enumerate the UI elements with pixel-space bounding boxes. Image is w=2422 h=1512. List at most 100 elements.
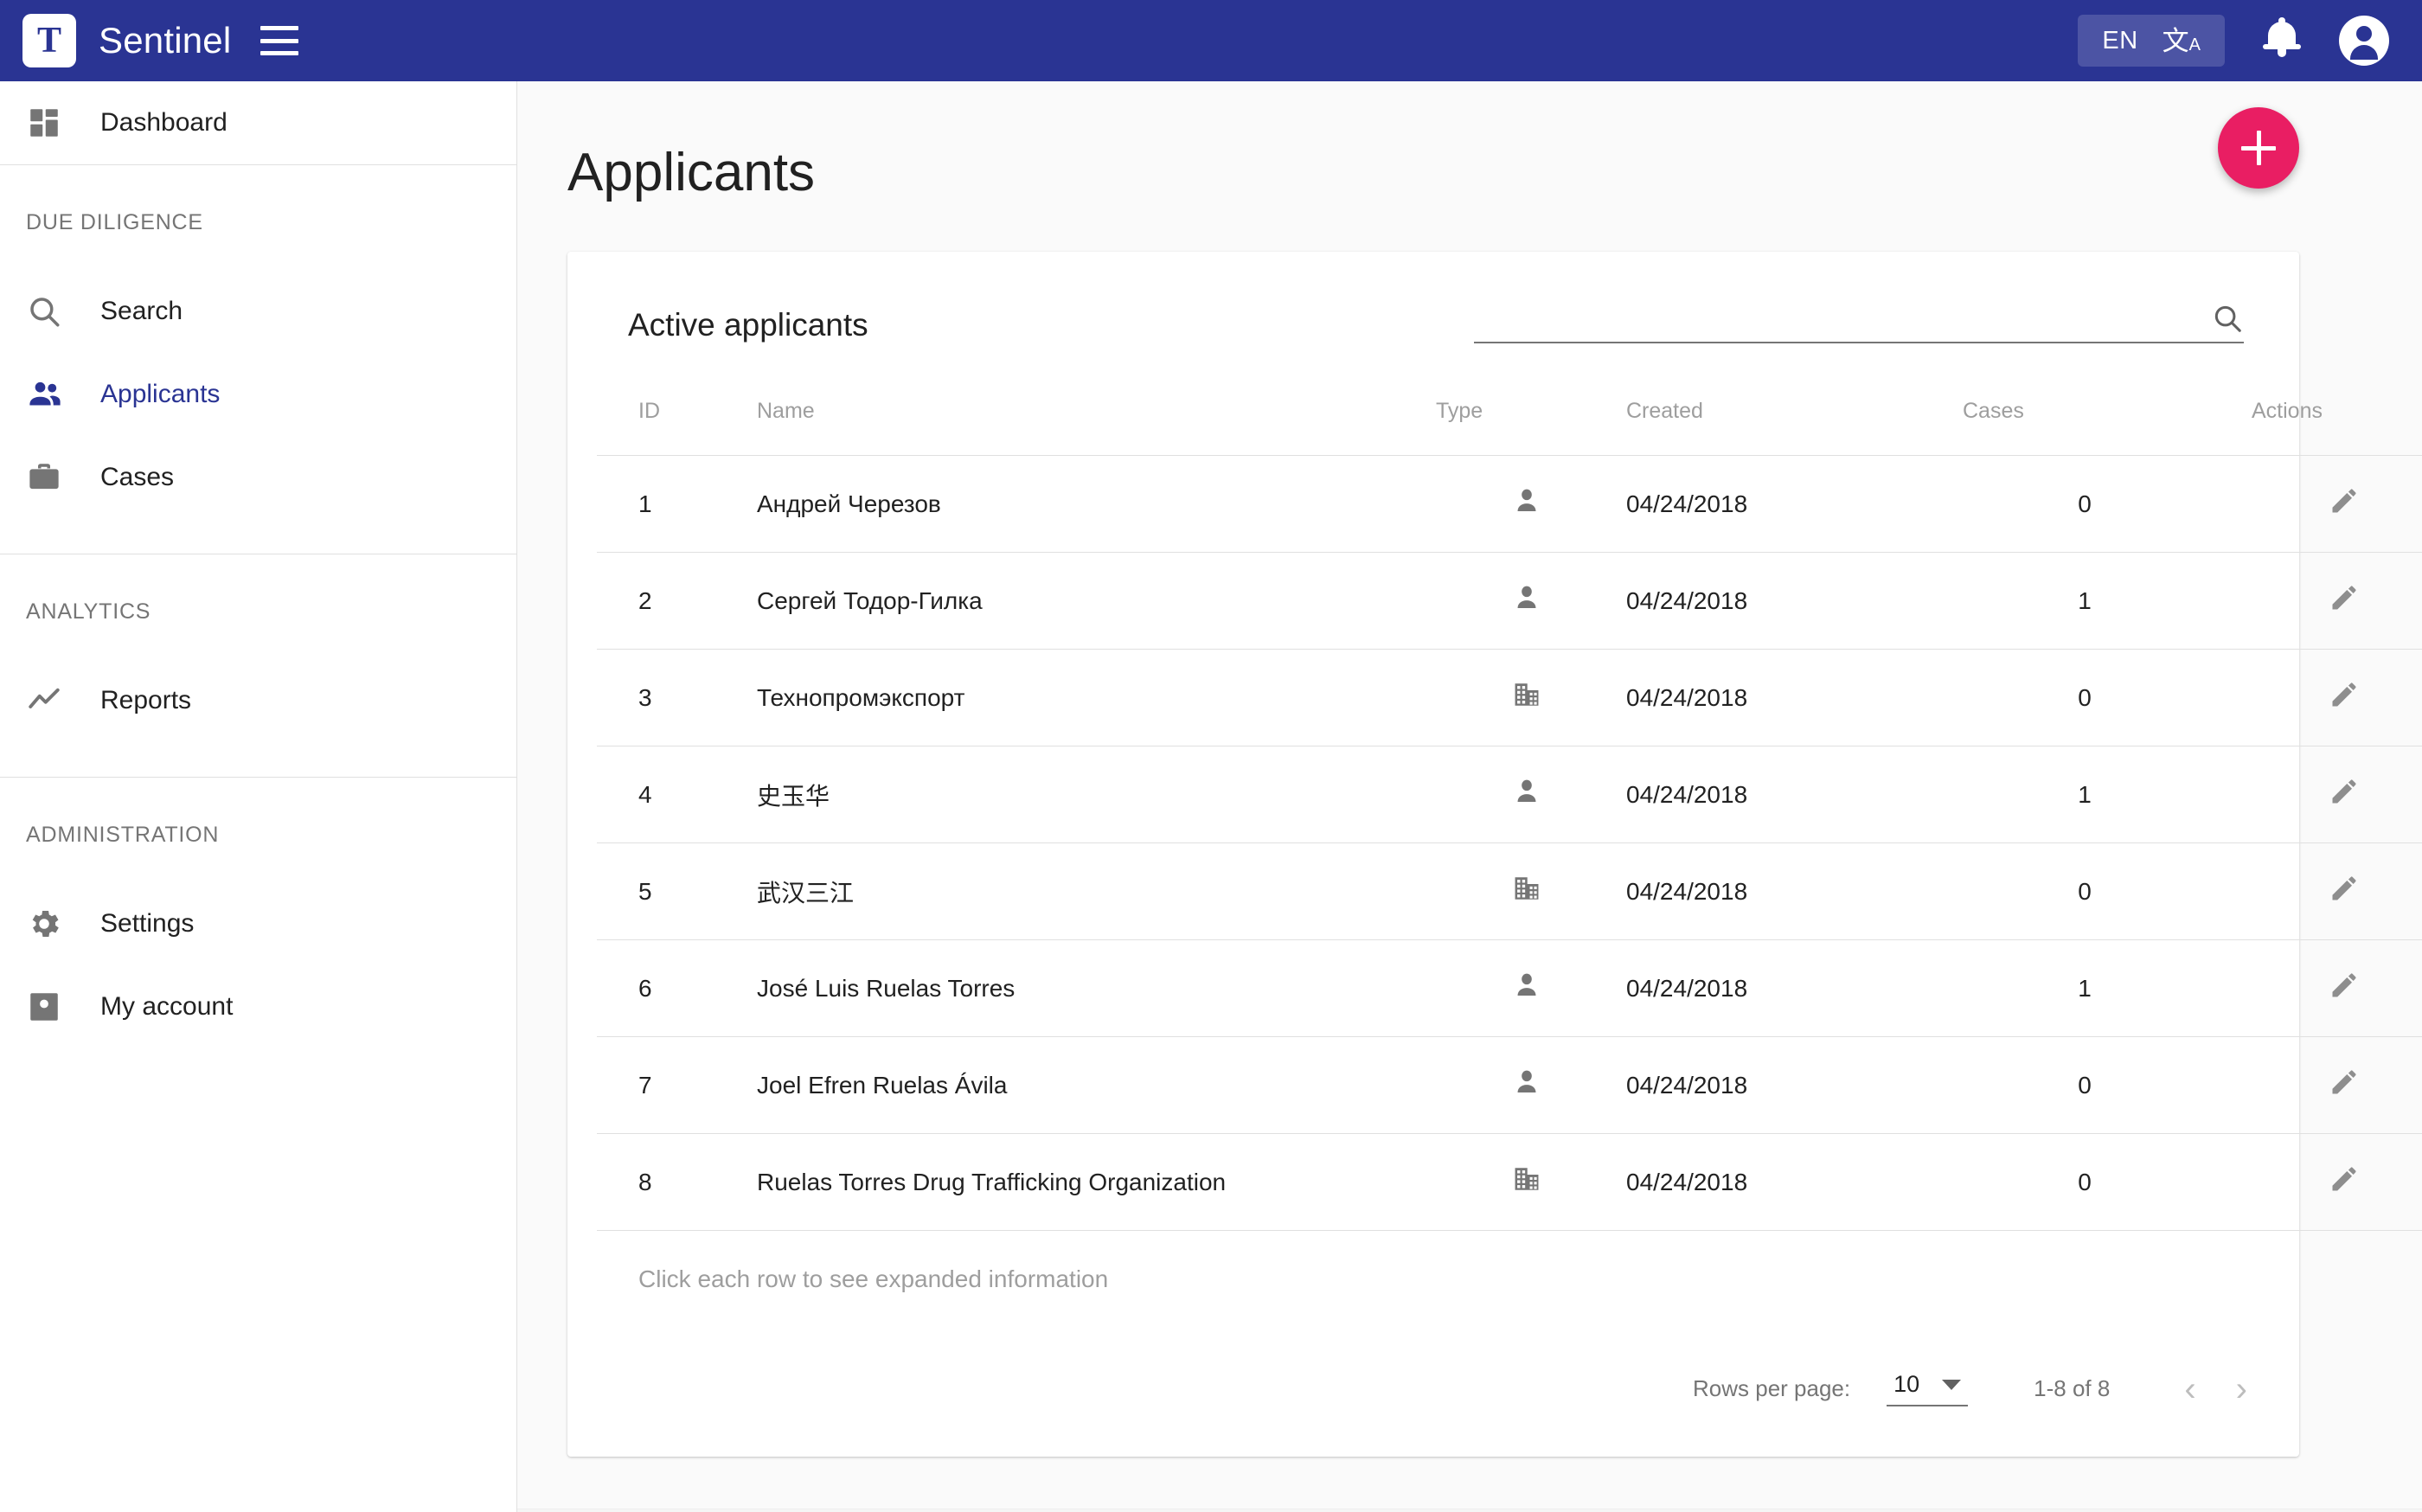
search-icon <box>26 293 76 330</box>
account-avatar-icon[interactable] <box>2339 16 2389 66</box>
card-header: Active applicants <box>597 297 2270 343</box>
edit-pencil-icon[interactable] <box>2329 679 2360 710</box>
application-root: T Sentinel EN 文A Dashboard DUE DILIGENCE… <box>0 0 2422 1512</box>
table-row[interactable]: 3 Технопромэкспорт 04/24/2018 0 <box>597 649 2422 746</box>
cell-type <box>1427 842 1626 940</box>
rows-per-page-value: 10 <box>1893 1371 1920 1397</box>
app-logo-letter: T <box>36 21 61 61</box>
rows-per-page-select[interactable]: 10 <box>1887 1371 1969 1406</box>
pagination-range-label: 1-8 of 8 <box>2034 1375 2111 1401</box>
language-selector-button[interactable]: EN 文A <box>2078 15 2225 67</box>
edit-pencil-icon[interactable] <box>2329 1067 2360 1098</box>
sidebar-item-search[interactable]: Search <box>0 270 516 353</box>
cell-type <box>1427 1133 1626 1231</box>
cell-created: 04/24/2018 <box>1626 649 1942 746</box>
cell-created: 04/24/2018 <box>1626 455 1942 553</box>
search-icon[interactable] <box>2211 302 2244 335</box>
body-wrapper: Dashboard DUE DILIGENCE Search Applicant… <box>0 81 2422 1512</box>
person-icon <box>1512 971 1541 1000</box>
sidebar-section-analytics: ANALYTICS Reports <box>0 554 516 777</box>
sidebar-item-my-account[interactable]: My account <box>0 965 516 1048</box>
cell-name: Технопромэкспорт <box>757 649 1427 746</box>
cell-id: 7 <box>597 1036 757 1134</box>
column-header-id[interactable]: ID <box>597 381 757 456</box>
sidebar-item-label: Applicants <box>100 380 221 408</box>
sidebar-item-label: Search <box>100 297 183 325</box>
cell-id: 4 <box>597 746 757 843</box>
column-header-type[interactable]: Type <box>1427 381 1626 456</box>
cell-cases: 1 <box>1942 939 2227 1037</box>
cell-actions <box>2227 1036 2422 1134</box>
edit-pencil-icon[interactable] <box>2329 1163 2360 1195</box>
table-header-row: ID Name Type Created Cases Actions <box>597 381 2422 456</box>
table-header: ID Name Type Created Cases Actions <box>597 381 2422 456</box>
cell-name: Сергей Тодор-Гилка <box>757 552 1427 650</box>
cell-cases: 0 <box>1942 1133 2227 1231</box>
edit-pencil-icon[interactable] <box>2329 776 2360 807</box>
edit-pencil-icon[interactable] <box>2329 582 2360 613</box>
organization-icon <box>1512 680 1541 709</box>
person-icon <box>1512 583 1541 612</box>
hamburger-bar <box>260 38 299 43</box>
cell-created: 04/24/2018 <box>1626 1036 1942 1134</box>
table-row[interactable]: 1 Андрей Черезов 04/24/2018 0 <box>597 455 2422 553</box>
edit-pencil-icon[interactable] <box>2329 970 2360 1001</box>
chevron-down-icon <box>1942 1379 1962 1390</box>
cell-type <box>1427 455 1626 553</box>
cell-actions <box>2227 746 2422 843</box>
cell-created: 04/24/2018 <box>1626 746 1942 843</box>
column-header-created[interactable]: Created <box>1626 381 1942 456</box>
add-applicant-fab[interactable] <box>2218 107 2299 189</box>
cell-actions <box>2227 939 2422 1037</box>
active-applicants-card: Active applicants ID Name Type Created C… <box>567 252 2422 1457</box>
app-logo-icon: T <box>22 14 76 67</box>
cell-actions <box>2227 455 2422 553</box>
translate-sub-glyph: A <box>2188 35 2201 54</box>
hamburger-icon[interactable] <box>260 26 299 55</box>
cell-actions <box>2227 1133 2422 1231</box>
table-row[interactable]: 5 武汉三江 04/24/2018 0 <box>597 842 2422 940</box>
table-search-field[interactable] <box>1474 297 2244 343</box>
table-row[interactable]: 7 Joel Efren Ruelas Ávila 04/24/2018 0 <box>597 1036 2422 1134</box>
column-header-name[interactable]: Name <box>757 381 1427 456</box>
cell-cases: 1 <box>1942 746 2227 843</box>
search-input[interactable] <box>1474 297 2201 335</box>
cell-actions <box>2227 842 2422 940</box>
cell-created: 04/24/2018 <box>1626 842 1942 940</box>
sidebar-item-settings[interactable]: Settings <box>0 882 516 965</box>
notifications-bell-icon[interactable] <box>2263 17 2301 61</box>
cell-type <box>1427 746 1626 843</box>
table-row[interactable]: 8 Ruelas Torres Drug Trafficking Organiza… <box>597 1133 2422 1231</box>
sidebar-item-label: Dashboard <box>100 108 227 137</box>
cell-type <box>1427 1036 1626 1134</box>
sidebar-item-reports[interactable]: Reports <box>0 659 516 742</box>
sidebar-item-cases[interactable]: Cases <box>0 436 516 519</box>
cell-name: 史玉华 <box>757 746 1427 843</box>
cell-id: 1 <box>597 455 757 553</box>
column-header-cases[interactable]: Cases <box>1942 381 2227 456</box>
cell-id: 3 <box>597 649 757 746</box>
edit-pencil-icon[interactable] <box>2329 485 2360 516</box>
chevron-left-icon[interactable]: ‹ <box>2184 1372 2195 1406</box>
cell-type <box>1427 552 1626 650</box>
edit-pencil-icon[interactable] <box>2329 873 2360 904</box>
organization-icon <box>1512 1164 1541 1194</box>
cell-created: 04/24/2018 <box>1626 1133 1942 1231</box>
sidebar-section-title: ADMINISTRATION <box>26 823 220 847</box>
sidebar-item-label: My account <box>100 992 234 1021</box>
sidebar-item-applicants[interactable]: Applicants <box>0 353 516 436</box>
account-box-icon <box>26 989 76 1025</box>
chevron-right-icon[interactable]: › <box>2236 1372 2247 1406</box>
top-bar-actions: EN 文A <box>2078 15 2389 67</box>
cell-actions <box>2227 552 2422 650</box>
sidebar-item-dashboard[interactable]: Dashboard <box>0 81 516 164</box>
translate-glyph: 文 <box>2162 25 2189 56</box>
table-row[interactable]: 4 史玉华 04/24/2018 1 <box>597 746 2422 843</box>
table-row[interactable]: 2 Сергей Тодор-Гилка 04/24/2018 1 <box>597 552 2422 650</box>
sidebar-item-label: Reports <box>100 686 192 714</box>
cell-type <box>1427 649 1626 746</box>
cell-created: 04/24/2018 <box>1626 552 1942 650</box>
table-row[interactable]: 6 José Luis Ruelas Torres 04/24/2018 1 <box>597 939 2422 1037</box>
main-content: Applicants Active applicants ID Name Typ… <box>517 81 2422 1512</box>
